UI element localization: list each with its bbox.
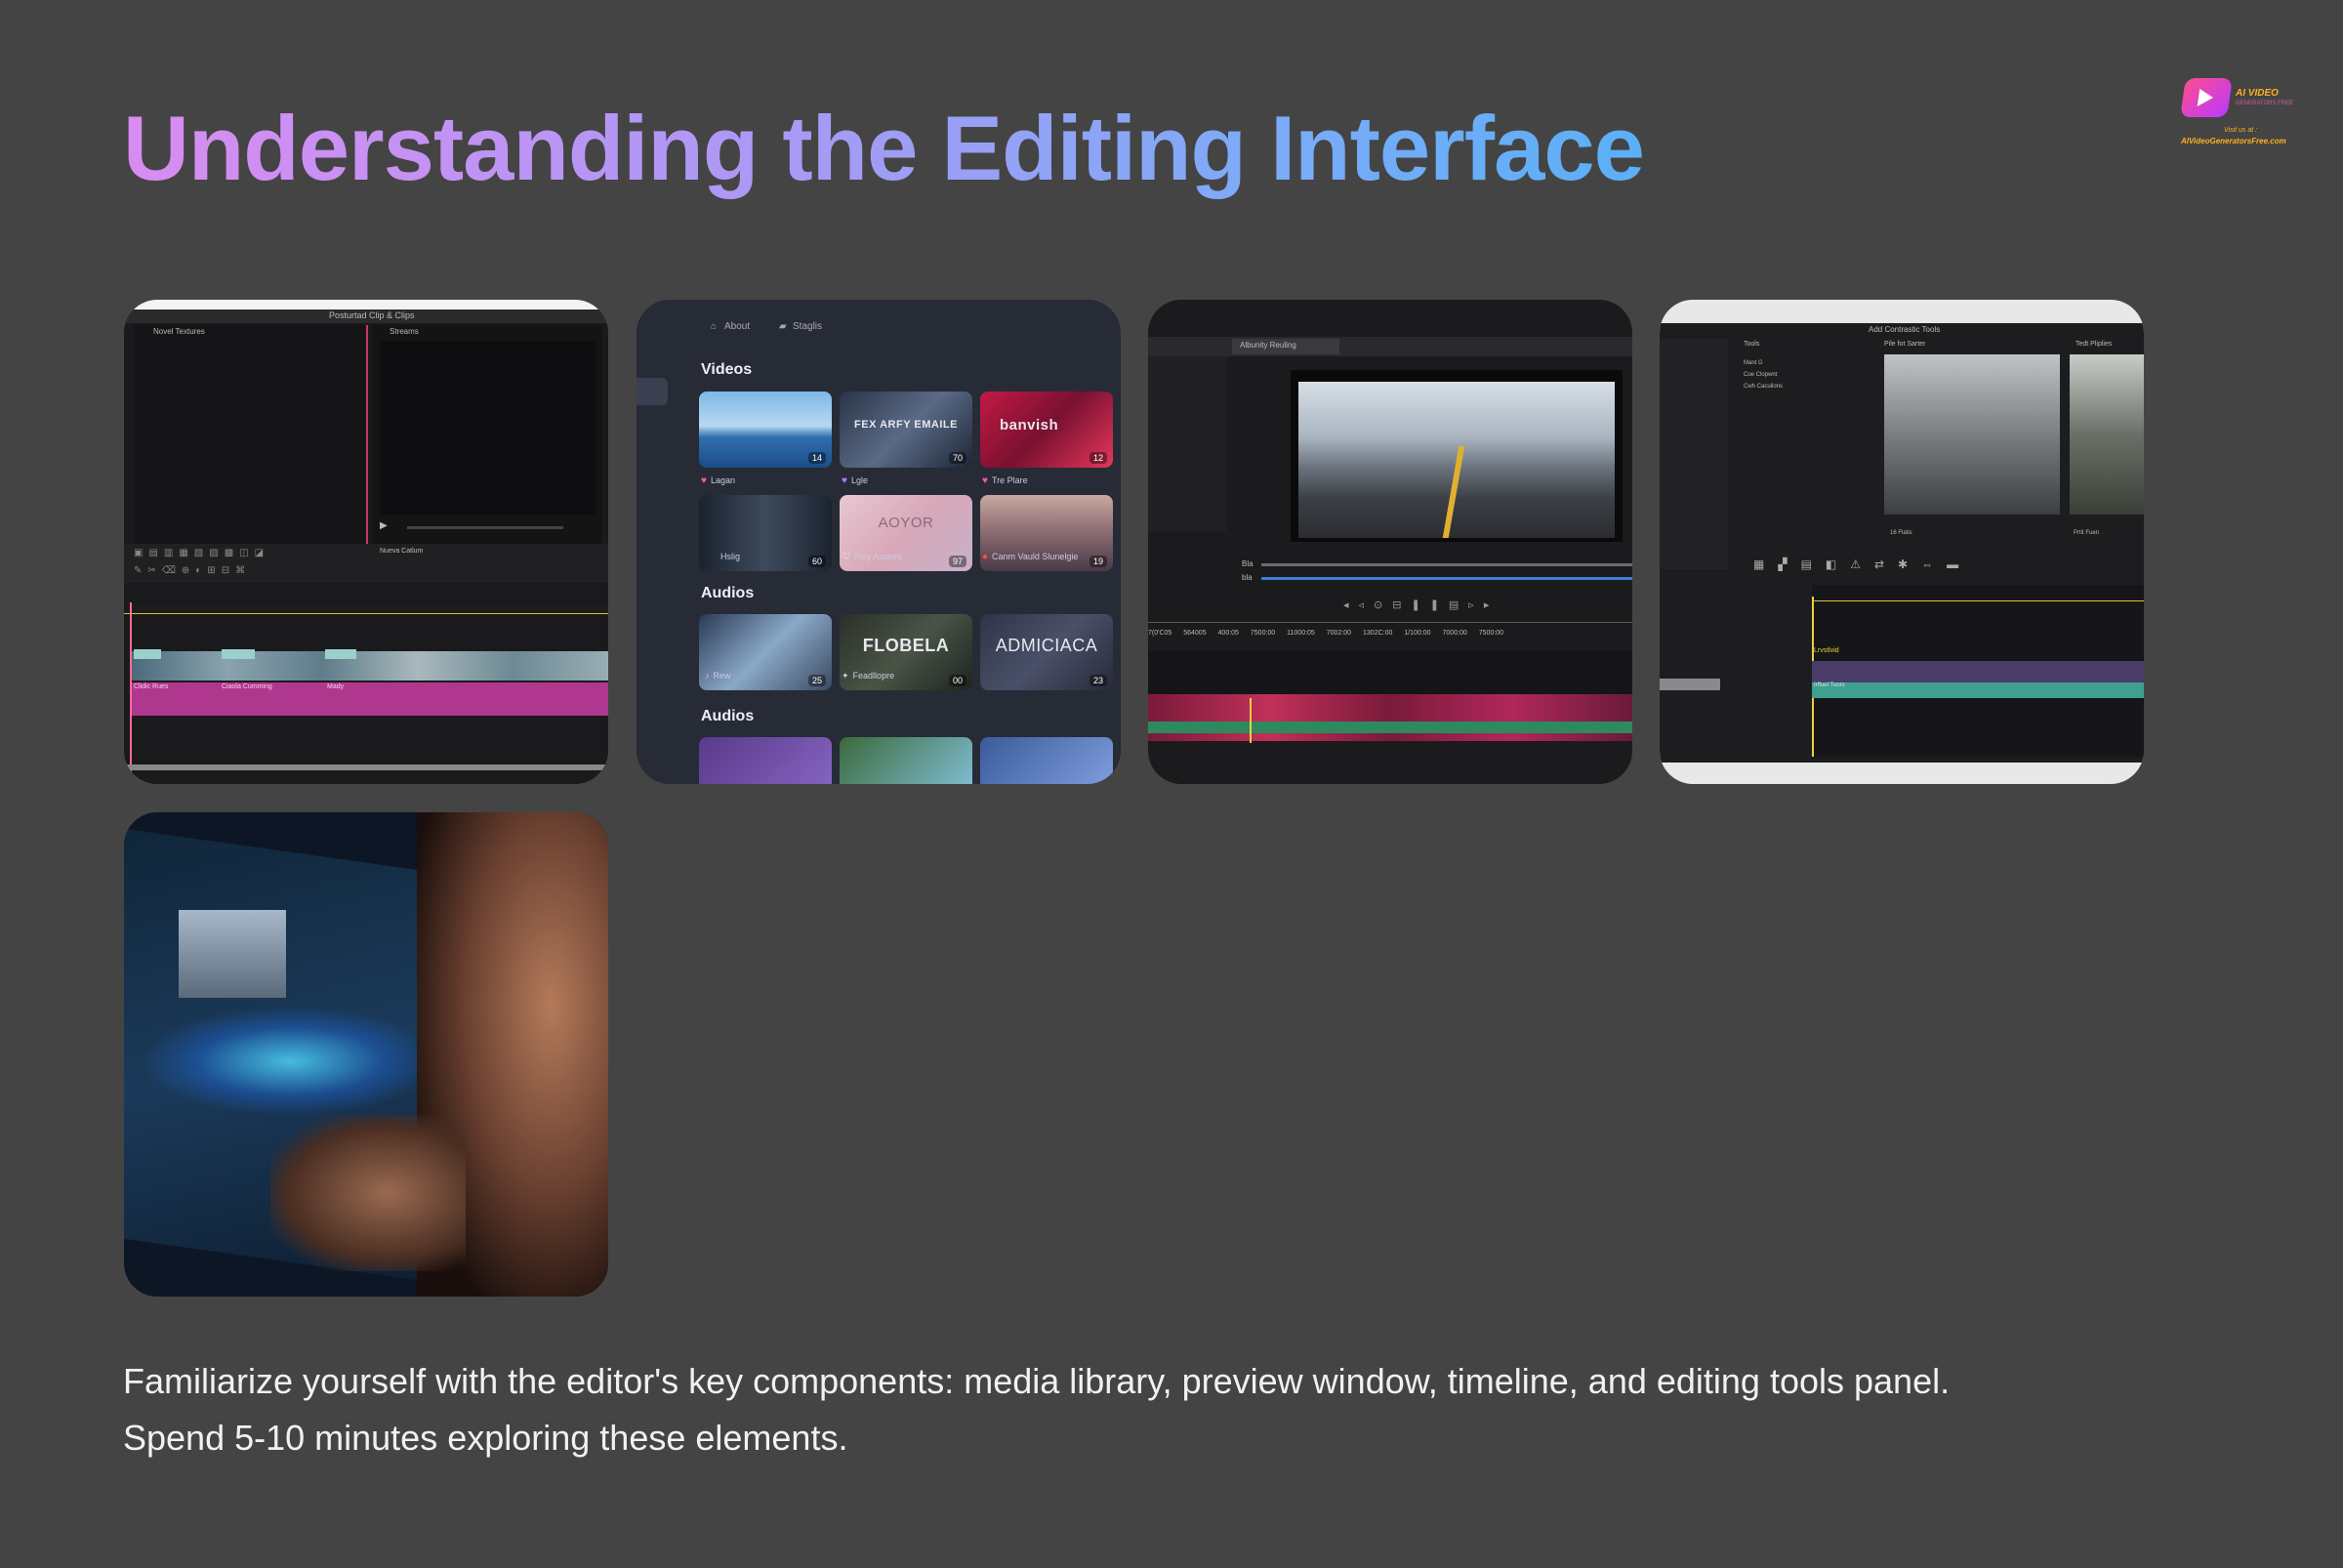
tool-item-3[interactable]: Cwh Caculions xyxy=(1744,384,1783,390)
tool-item-2[interactable]: Cue Clopwnt xyxy=(1744,372,1777,378)
description-line-1: Familiarize yourself with the editor's k… xyxy=(123,1361,1951,1401)
window-title: Posturtad Clip & Clips xyxy=(329,310,415,320)
logo-text-4: AIVideoGeneratorsFree.com xyxy=(2181,137,2286,145)
tools-panel-screenshot: Add Contrastic Tools Tools Mant G Cue Cl… xyxy=(1660,300,2144,784)
video-thumb-1[interactable]: 14 xyxy=(699,392,832,468)
timecode-ruler: 7(0'C05 564005 400:05 7500:00 11000:05 7… xyxy=(1148,630,1504,637)
slider-label-1: Bla xyxy=(1242,559,1254,568)
panel-left-label: Novel Textures xyxy=(153,327,205,336)
video-caption-2: ♥ Lgle xyxy=(842,475,868,486)
section-audios-1: Audios xyxy=(701,585,755,601)
edit-tools-icons[interactable]: ✎✂⌫⊕◐⊞⊟⌘ xyxy=(134,565,251,576)
tool-label: Nueva Catlum xyxy=(380,548,424,555)
home-icon[interactable]: ⌂ xyxy=(711,321,717,332)
audio-caption-1: ♪ Rew xyxy=(705,671,731,681)
logo-text-1: AI VIDEO xyxy=(2236,88,2279,99)
audio-thumb-5[interactable] xyxy=(840,737,972,784)
video-thumb-4[interactable]: 60 xyxy=(699,495,832,571)
video-caption-3: ♥ Tre Plare xyxy=(982,475,1028,486)
video-thumb-2[interactable]: FEX ARFY EMAILE 70 xyxy=(840,392,972,468)
video-caption-5: ♡ Fley Austies xyxy=(842,552,902,562)
media-library-screenshot: ⌂ About ▰ Staglis Videos 14 ♥ Lagan FEX A… xyxy=(637,300,1121,784)
slider-label-2: bla xyxy=(1242,573,1253,582)
clip-label-3: Mady xyxy=(327,683,345,690)
audio-waveform-visual xyxy=(144,1008,436,1115)
hand xyxy=(270,1115,466,1271)
playback-controls[interactable]: ◂◃⊙⊟❚❚▤▹▸ xyxy=(1343,598,1499,611)
video-frame xyxy=(179,910,286,998)
tool-item-1[interactable]: Mant G xyxy=(1744,360,1763,366)
col-files: Pile fot Sarter xyxy=(1884,341,1926,348)
track-2-label: Irffuel Tuors xyxy=(1814,682,1845,688)
brand-logo[interactable]: AI VIDEO GENERATORS FREE Visit us at : A… xyxy=(2175,70,2314,148)
col-tools: Tools xyxy=(1744,341,1760,348)
logo-text-2: GENERATORS FREE xyxy=(2236,101,2294,106)
section-audios-2: Audios xyxy=(701,708,755,724)
video-caption-1: ♥ Lagan xyxy=(701,475,735,486)
timeline-editor-screenshot: Posturtad Clip & Clips Novel Textures St… xyxy=(124,300,608,784)
tool-icons-row[interactable]: ▦▞▤◧⚠⇄✱⇔▬ xyxy=(1753,557,1972,571)
toolbar-icons[interactable]: ▣▤▥▦▧▨▩◫◪ xyxy=(134,548,269,558)
preview-image xyxy=(1884,354,2060,515)
play-icon[interactable]: ▶ xyxy=(380,520,388,531)
play-logo-icon xyxy=(2180,78,2233,117)
panel-right-label: Streams xyxy=(390,327,419,336)
page-title: Understanding the Editing Interface xyxy=(123,97,1645,199)
clip-label-2: Ciaola Cumming xyxy=(222,683,272,690)
nav-about[interactable]: About xyxy=(724,321,750,332)
folder-icon[interactable]: ▰ xyxy=(779,321,787,332)
audio-thumb-6[interactable] xyxy=(980,737,1113,784)
footer-2: Prtit Fuen xyxy=(2074,530,2100,536)
audio-thumb-3[interactable]: ADMICIACA 23 xyxy=(980,614,1113,690)
video-thumb-3[interactable]: banvish 12 xyxy=(980,392,1113,468)
audio-thumb-4[interactable] xyxy=(699,737,832,784)
person-editing-photo xyxy=(124,812,608,1297)
video-caption-6: ● Canm Vauld Slunelgie xyxy=(982,552,1079,562)
footer-1: 16 Flatis xyxy=(1890,530,1912,536)
video-caption-4: Hslig xyxy=(720,552,741,561)
track-label: Lrvstlvid xyxy=(1814,647,1839,654)
nav-staglis[interactable]: Staglis xyxy=(793,321,822,332)
col-tedt: Tedt Pliplies xyxy=(2076,341,2113,348)
section-videos: Videos xyxy=(701,361,753,378)
preview-tab[interactable]: Albunity Reuling xyxy=(1240,341,1296,350)
preview-window-screenshot: Albunity Reuling Bla bla ◂◃⊙⊟❚❚▤▹▸ 7(0'C… xyxy=(1148,300,1632,784)
description: Familiarize yourself with the editor's k… xyxy=(123,1353,2271,1466)
audio-caption-2: ✦ Feadllopre xyxy=(842,671,895,681)
logo-text-3: Visit us at : xyxy=(2224,127,2258,134)
clip-label-1: Clidic Rues xyxy=(134,683,169,690)
window-title: Add Contrastic Tools xyxy=(1869,325,1941,334)
description-line-2: Spend 5-10 minutes exploring these eleme… xyxy=(123,1418,848,1458)
